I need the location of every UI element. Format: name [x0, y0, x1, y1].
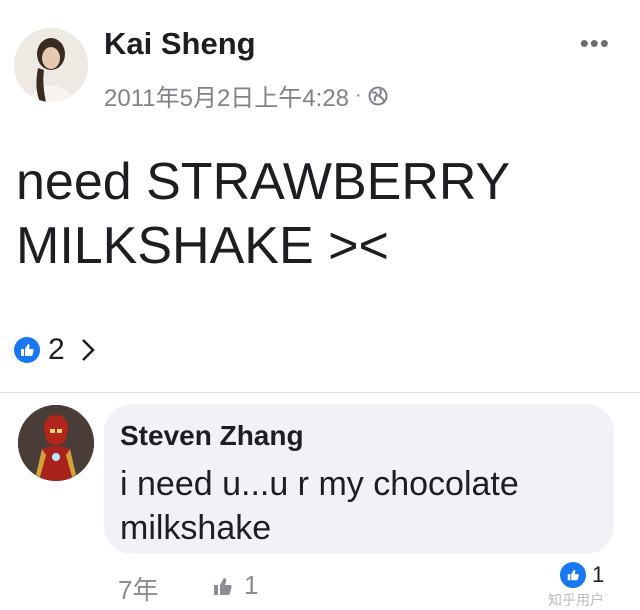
meta-separator: · [355, 84, 362, 106]
comment-text: i need u...u r my chocolate milkshake [120, 465, 519, 547]
like-icon [14, 337, 40, 363]
author-avatar[interactable] [14, 28, 88, 102]
watermark: 知乎用户 [548, 592, 604, 608]
commenter-name[interactable]: Steven Zhang [120, 420, 304, 452]
ellipsis-icon: ••• [579, 28, 610, 58]
reactions-summary[interactable]: 2 [14, 333, 97, 367]
facebook-post: Kai Sheng 2011年5月2日上午4:28 · ••• need STR… [0, 0, 640, 608]
post-timestamp[interactable]: 2011年5月2日上午4:28 [104, 78, 349, 113]
chevron-right-icon [81, 339, 95, 361]
thumbs-up-icon [214, 577, 232, 595]
post-meta: 2011年5月2日上午4:28 · [104, 78, 388, 113]
comment-like-button[interactable]: 1 [212, 570, 258, 601]
comment-bubble: Steven Zhang i need u...u r my chocolate… [104, 404, 614, 554]
globe-icon[interactable] [368, 86, 388, 106]
divider [0, 392, 640, 393]
author-name[interactable]: Kai Sheng [104, 26, 256, 62]
more-options-button[interactable]: ••• [580, 28, 610, 59]
commenter-avatar[interactable] [18, 405, 94, 481]
comment-reaction-count: 1 [592, 562, 605, 587]
post-text: need STRAWBERRY MILKSHAKE >< [16, 153, 510, 275]
comment-time[interactable]: 7年 [118, 570, 158, 607]
comment-reactions[interactable]: 1 [558, 560, 604, 590]
reaction-count: 2 [48, 333, 65, 366]
like-icon [558, 560, 588, 590]
comment-like-count: 1 [244, 570, 259, 600]
